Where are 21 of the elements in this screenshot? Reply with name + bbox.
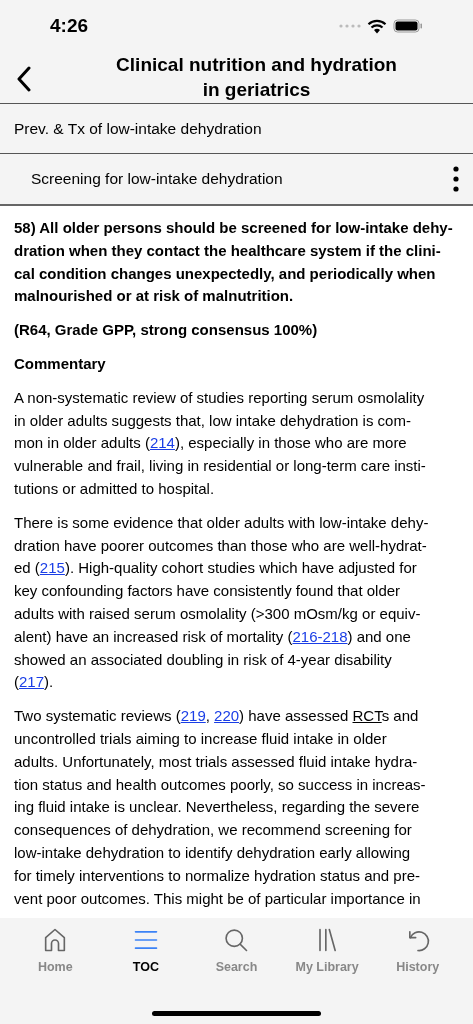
reference-link[interactable]: 220 [214,707,240,725]
bold-paragraph: 58) All older persons should be screened for low-intake dehy- dration when they contact the healthcare system if the clini- cal condition changes unexpectedly, and periodically when malnourished or at risk of malnutrition. [14,218,453,307]
reference-link[interactable]: 215 [39,559,65,577]
page-title: Clinical nutrition and hydration in geriatrics [115,52,398,102]
wifi-icon [367,18,387,34]
body-paragraph: A non-systematic review of studies reporting serum osmolality in older adults suggests that, low intake dehydration is com- mon in older adults (214), especially in those who are more vulnerable and frail, living in residential or long-term care insti- tutions or admitted to hospital. [14,387,426,499]
abbreviation-link[interactable]: RCT [352,707,382,725]
status-time: 4:26 [50,13,89,38]
reference-link[interactable]: 217 [19,673,45,691]
bold-paragraph: (R64, Grade GPP, strong consensus 100%) [14,320,318,341]
section-title: Screening for low-intake dehydration [31,169,283,190]
back-chevron-icon [16,66,32,92]
body-paragraph: There is some evidence that older adults with low-intake dehy- dration have poorer outcomes than those who are well-hydrat- ed (215). High-quality cohort studies which have adjusted for key confounding factors have consistently found that older adults with raised serum osmolality (>300 mOsm/kg or equiv- alent) have an increased risk of mortality (216-218) and one showed an associated doubling in risk of 4-year disability (217). [14,512,429,693]
tab-bar-item[interactable]: TOC [105,926,186,977]
body-paragraph: Two systematic reviews (219, 220) have assessed RCTs and uncontrolled trials aiming to increase fluid intake in older adults. Unfortunately, most trials assessed fluid intake hydra- tion status and health outcomes poorly, so success in increas- ing fluid intake is unclear. Nevertheless, regarding the severe consequences of dehydration, we recommend screening for low-intake dehydration to identify dehydration early allowing for timely interventions to normalize hydration status and pre- vent poor outcomes. This might be of particular importance in [14,706,426,909]
signal-dots-icon [339,24,361,28]
battery-icon [393,19,423,33]
more-vertical-icon [453,166,459,192]
reference-link[interactable]: 214 [149,434,175,452]
reference-link[interactable]: 216-218 [292,627,348,645]
bold-paragraph: Commentary [14,354,106,374]
